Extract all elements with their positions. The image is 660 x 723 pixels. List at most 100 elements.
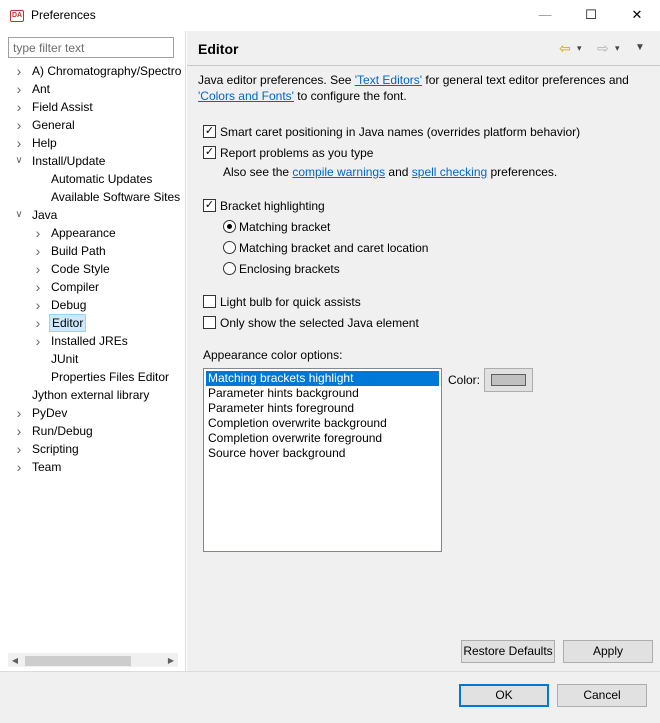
chevron-right-icon[interactable]: › [14,98,24,116]
list-item[interactable]: Completion overwrite background [206,416,439,431]
minimize-button[interactable]: — [522,0,568,30]
checkbox-icon[interactable] [203,295,216,309]
radio-enclosing-brackets[interactable]: Enclosing brackets [223,260,340,278]
chevron-right-icon[interactable]: › [33,260,43,278]
list-item[interactable]: Source hover background [206,446,439,461]
text-editors-link[interactable]: 'Text Editors' [355,73,422,87]
chevron-right-icon[interactable]: › [33,278,43,296]
tree-item[interactable]: › Field Assist [0,98,184,116]
checkbox-icon[interactable] [203,316,216,330]
chevron-right-icon[interactable]: › [33,296,43,314]
checkbox-icon[interactable]: ✓ [203,199,216,213]
scroll-left-icon[interactable]: ◀ [9,654,21,668]
tree-item[interactable]: › General [0,116,184,134]
cancel-button[interactable]: Cancel [557,684,647,707]
radio-icon[interactable] [223,241,236,255]
back-arrow-icon[interactable]: ⇦ [559,40,571,56]
tree-item-label: PyDev [32,406,68,420]
tree-item-label: Java [32,208,58,222]
tree-item[interactable]: › Installed JREs [0,332,184,350]
scroll-right-icon[interactable]: ▶ [165,654,177,668]
tree-item[interactable]: › Team [0,458,184,476]
radio-matching-bracket-caret[interactable]: Matching bracket and caret location [223,239,428,257]
radio-matching-bracket[interactable]: Matching bracket [223,218,330,236]
filter-input[interactable] [8,37,174,58]
tree-item[interactable]: Jython external library [0,386,184,404]
chevron-right-icon[interactable]: › [14,458,24,476]
tree-item[interactable]: › Editor [0,314,184,332]
light-bulb-checkbox[interactable]: Light bulb for quick assists [203,293,361,311]
tree-item-label: Run/Debug [32,424,93,438]
ok-button[interactable]: OK [459,684,549,707]
chevron-right-icon[interactable]: › [14,134,24,152]
tree-item-label: Help [32,136,57,150]
only-selected-element-checkbox[interactable]: Only show the selected Java element [203,314,419,332]
forward-menu-icon[interactable]: ▾ [615,40,620,56]
forward-arrow-icon[interactable]: ⇨ [597,40,609,56]
tree-item[interactable]: Available Software Sites [0,188,184,206]
tree-item-label: A) Chromatography/Spectro [32,64,182,78]
window-title: Preferences [31,8,96,22]
close-button[interactable]: ✕ [614,0,660,30]
radio-icon[interactable] [223,220,236,234]
chevron-right-icon[interactable]: › [14,440,24,458]
tree-item[interactable]: ∨ Java [0,206,184,224]
tree-item[interactable]: › A) Chromatography/Spectro [0,62,184,80]
color-picker-button[interactable] [484,368,533,392]
tree-item[interactable]: JUnit [0,350,184,368]
chevron-right-icon[interactable]: › [14,404,24,422]
chevron-right-icon[interactable]: › [33,224,43,242]
chevron-right-icon[interactable]: › [14,80,24,98]
chevron-right-icon[interactable]: › [33,242,43,260]
radio-icon[interactable] [223,262,236,276]
preferences-tree-pane: › A) Chromatography/Spectro › Ant › Field Ass… [0,31,186,671]
compile-warnings-link[interactable]: compile warnings [292,165,385,179]
tree-item[interactable]: › Debug [0,296,184,314]
tree-item[interactable]: › Build Path [0,242,184,260]
title-bar: DA Preferences — ☐ ✕ [0,0,660,31]
tree-item-label: Build Path [51,244,106,258]
tree-item[interactable]: › Ant [0,80,184,98]
checkbox-icon[interactable]: ✓ [203,125,216,139]
tree-item[interactable]: › Compiler [0,278,184,296]
tree-item-label: Compiler [51,280,100,294]
list-item[interactable]: Parameter hints foreground [206,401,439,416]
restore-defaults-button[interactable]: Restore Defaults [461,640,555,663]
spell-checking-link[interactable]: spell checking [412,165,487,179]
color-options-list[interactable]: Matching brackets highlight Parameter hi… [203,368,442,552]
tree-item[interactable]: › Scripting [0,440,184,458]
checkbox-icon[interactable]: ✓ [203,146,216,160]
tree-item-label: Available Software Sites [51,190,181,204]
smart-caret-checkbox[interactable]: ✓ Smart caret positioning in Java names (… [203,123,580,141]
chevron-right-icon[interactable]: › [14,422,24,440]
report-problems-checkbox[interactable]: ✓ Report problems as you type [203,144,373,162]
chevron-down-icon[interactable]: ∨ [14,152,24,170]
app-icon: DA [10,10,24,22]
chevron-right-icon[interactable]: › [33,332,43,350]
tree-item[interactable]: › Code Style [0,260,184,278]
bracket-highlighting-checkbox[interactable]: ✓ Bracket highlighting [203,197,325,215]
list-item[interactable]: Parameter hints background [206,386,439,401]
tree-item[interactable]: › Appearance [0,224,184,242]
tree-item[interactable]: Properties Files Editor [0,368,184,386]
chevron-down-icon[interactable]: ∨ [14,206,24,224]
list-item[interactable]: Matching brackets highlight [206,371,439,386]
tree-item[interactable]: › Help [0,134,184,152]
tree-horizontal-scrollbar[interactable]: ◀ ▶ [8,653,178,667]
apply-button[interactable]: Apply [563,640,653,663]
view-menu-icon[interactable]: ▼ [635,40,645,56]
maximize-button[interactable]: ☐ [568,0,614,30]
chevron-right-icon[interactable]: › [14,116,24,134]
list-item[interactable]: Completion overwrite foreground [206,431,439,446]
chevron-right-icon[interactable]: › [33,314,43,332]
tree-item[interactable]: Automatic Updates [0,170,184,188]
colors-and-fonts-link[interactable]: 'Colors and Fonts' [198,89,294,103]
tree-item-label: Appearance [51,226,116,240]
tree-item[interactable]: ∨ Install/Update [0,152,184,170]
back-menu-icon[interactable]: ▾ [577,40,582,56]
tree-item[interactable]: › Run/Debug [0,422,184,440]
chevron-right-icon[interactable]: › [14,62,24,80]
also-see-text: Also see the compile warnings and spell … [223,165,558,179]
tree-item[interactable]: › PyDev [0,404,184,422]
scroll-thumb[interactable] [25,656,131,666]
